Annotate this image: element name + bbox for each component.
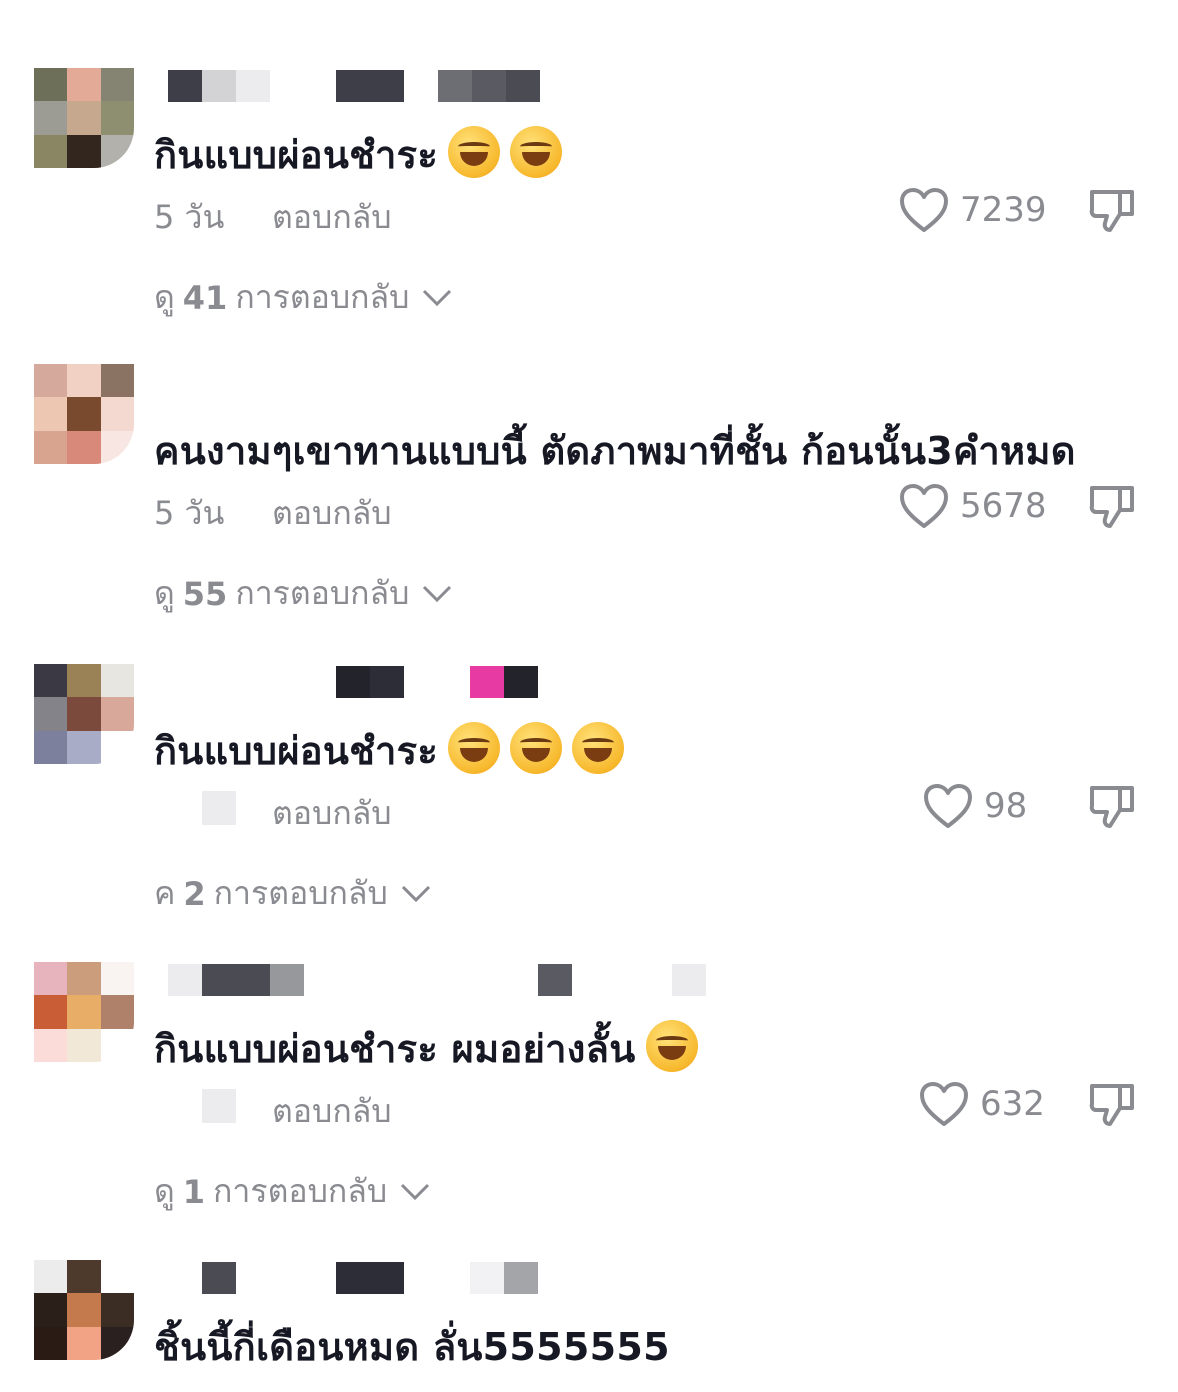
thumbs-down-icon <box>1089 1084 1134 1126</box>
heart-icon <box>920 1082 968 1126</box>
comment-age: 5 วัน <box>154 198 225 236</box>
avatar[interactable] <box>34 962 134 1062</box>
reply-button[interactable]: ตอบกลับ <box>272 192 392 243</box>
dislike-button[interactable] <box>1086 186 1138 238</box>
comment-item: กินแบบผ่อนชำระ ผมอย่างลั้น ตอบกลับ 632 ด… <box>0 962 1178 1262</box>
tears-of-joy-emoji-icon <box>448 126 501 178</box>
comment-text: ชิ้นนี้กี่เดือนหมด ลั่น5555555 <box>154 1325 670 1369</box>
like-count: 5678 <box>960 486 1047 526</box>
avatar[interactable] <box>34 364 134 464</box>
dislike-button[interactable] <box>1086 1080 1138 1132</box>
comment-item: กินแบบผ่อนชำระ ตอบกลับ 98 ค 2 การตอบกลับ <box>0 664 1178 964</box>
reply-button[interactable]: ตอบกลับ <box>272 488 392 539</box>
chevron-down-icon <box>423 585 452 602</box>
avatar[interactable] <box>34 68 134 168</box>
view-replies-button[interactable]: ดู 1 การตอบกลับ <box>154 1166 431 1217</box>
chevron-down-icon <box>401 885 430 902</box>
like-button[interactable]: 7239 <box>898 186 1047 234</box>
thumbs-down-icon <box>1089 486 1134 528</box>
username-redacted[interactable] <box>168 964 706 996</box>
comment-text: กินแบบผ่อนชำระ ผมอย่างลั้น <box>154 1018 698 1079</box>
grinning-sweat-emoji-icon <box>645 1020 698 1072</box>
comment-age: 5 วัน <box>154 494 225 532</box>
thumbs-down-icon <box>1089 190 1134 232</box>
comment-item: ชิ้นนี้กี่เดือนหมด ลั่น5555555 <box>0 1260 1178 1392</box>
like-count: 7239 <box>960 190 1047 230</box>
comment-text: คนงามๆเขาทานแบบนี้ ตัดภาพมาที่ชั้น ก้อนน… <box>154 429 1076 473</box>
thumbs-down-icon <box>1089 786 1134 828</box>
username-redacted[interactable] <box>168 366 568 398</box>
reply-button[interactable]: ตอบกลับ <box>272 788 392 839</box>
reply-button[interactable]: ตอบกลับ <box>272 1086 392 1137</box>
username-redacted[interactable] <box>168 70 568 102</box>
like-button[interactable]: 632 <box>918 1080 1045 1128</box>
heart-icon <box>900 188 948 232</box>
heart-icon <box>924 784 972 828</box>
like-count: 632 <box>980 1084 1045 1124</box>
chevron-down-icon <box>423 289 452 306</box>
tears-of-joy-emoji-icon <box>510 722 563 774</box>
username-redacted[interactable] <box>168 1262 568 1294</box>
comment-item: กินแบบผ่อนชำระ 5 วัน ตอบกลับ 7239 ดู 41 กา… <box>0 68 1178 368</box>
view-replies-button[interactable]: ดู 55 การตอบกลับ <box>154 568 453 619</box>
avatar[interactable] <box>34 664 134 764</box>
view-replies-button[interactable]: ค 2 การตอบกลับ <box>154 868 432 919</box>
like-count: 98 <box>984 786 1028 826</box>
view-replies-button[interactable]: ดู 41 การตอบกลับ <box>154 272 453 323</box>
comment-text: กินแบบผ่อนชำระ <box>154 124 563 185</box>
like-button[interactable]: 98 <box>922 782 1027 830</box>
chevron-down-icon <box>401 1183 430 1200</box>
username-redacted[interactable] <box>168 666 568 698</box>
dislike-button[interactable] <box>1086 782 1138 834</box>
tears-of-joy-emoji-icon <box>448 722 501 774</box>
heart-icon <box>900 484 948 528</box>
comment-item: คนงามๆเขาทานแบบนี้ ตัดภาพมาที่ชั้น ก้อนน… <box>0 364 1178 664</box>
comment-text: กินแบบผ่อนชำระ <box>154 720 625 781</box>
comment-age-redacted <box>202 791 236 825</box>
comment-age-redacted <box>202 1089 236 1123</box>
tears-of-joy-emoji-icon <box>572 722 625 774</box>
avatar[interactable] <box>34 1260 134 1360</box>
dislike-button[interactable] <box>1086 482 1138 534</box>
like-button[interactable]: 5678 <box>898 482 1047 530</box>
tears-of-joy-emoji-icon <box>510 126 563 178</box>
